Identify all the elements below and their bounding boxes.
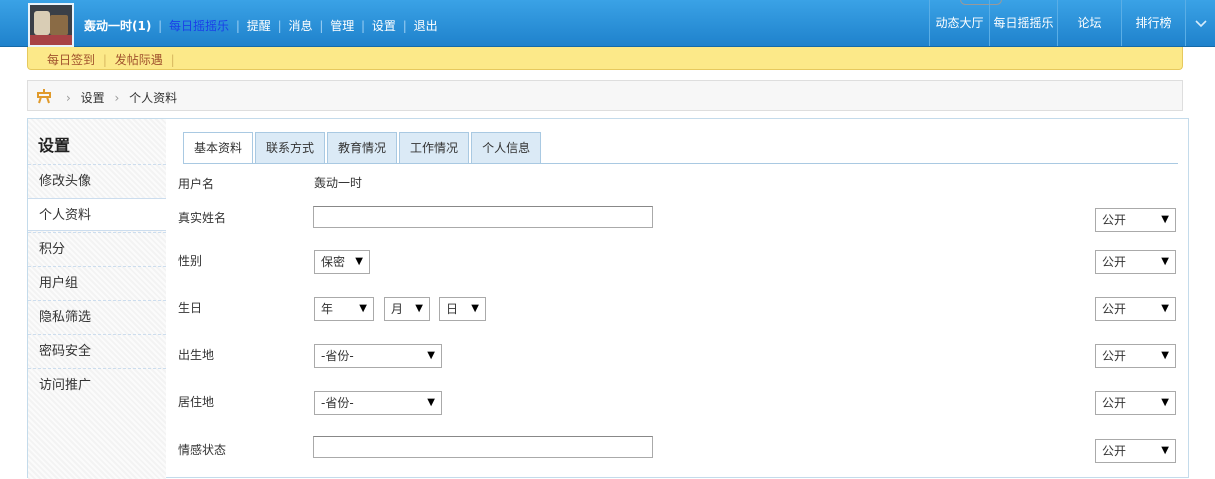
- dropdown-arrow-icon: ▼: [359, 303, 367, 314]
- nav-more-button[interactable]: [1185, 0, 1215, 46]
- settings-panel: 设置 修改头像 个人资料 积分 用户组 隐私筛选 密码安全 访问推广 基本资料 …: [27, 118, 1189, 479]
- birthplace-province-select[interactable]: -省份- ▼: [314, 344, 442, 368]
- reminder-link[interactable]: 提醒: [247, 19, 271, 33]
- settings-link[interactable]: 设置: [372, 19, 396, 33]
- birthday-privacy-select[interactable]: 公开 ▼: [1095, 297, 1176, 321]
- residence-label: 居住地: [178, 395, 215, 409]
- home-icon[interactable]: [36, 88, 52, 104]
- tab-work[interactable]: 工作情况: [399, 132, 470, 164]
- top-right-nav: 动态大厅 每日摇摇乐 论坛 排行榜: [929, 0, 1215, 46]
- dropdown-arrow-icon: ▼: [1161, 350, 1169, 361]
- birthday-year-value: 年: [321, 302, 334, 316]
- sidebar-item-avatar[interactable]: 修改头像: [28, 164, 166, 197]
- sidebar-item-credits[interactable]: 积分: [28, 232, 166, 265]
- relationship-privacy-select[interactable]: 公开 ▼: [1095, 439, 1176, 463]
- sidebar-item-promotion[interactable]: 访问推广: [28, 368, 166, 401]
- tab-divider: [183, 163, 1178, 164]
- nav-ranking[interactable]: 排行榜: [1121, 0, 1185, 46]
- top-nav-links: 轰动一时(1) | 每日摇摇乐 | 提醒 | 消息 | 管理 | 设置 | 退出: [84, 19, 438, 33]
- privacy-value: 公开: [1102, 213, 1127, 227]
- messages-link[interactable]: 消息: [288, 19, 312, 33]
- dropdown-arrow-icon: ▼: [1161, 303, 1169, 314]
- birthday-day-value: 日: [446, 302, 459, 316]
- avatar[interactable]: [28, 3, 74, 47]
- realname-input[interactable]: [313, 206, 653, 228]
- dropdown-arrow-icon: ▼: [1161, 256, 1169, 267]
- sidebar-item-profile[interactable]: 个人资料: [28, 198, 166, 231]
- birthday-day-select[interactable]: 日 ▼: [439, 297, 486, 321]
- gender-label: 性别: [178, 254, 203, 268]
- settings-sidebar: 设置 修改头像 个人资料 积分 用户组 隐私筛选 密码安全 访问推广: [28, 119, 166, 479]
- realname-label: 真实姓名: [178, 211, 227, 225]
- profile-tabs: 基本资料 联系方式 教育情况 工作情况 个人信息: [183, 132, 543, 164]
- tab-contact[interactable]: 联系方式: [255, 132, 326, 164]
- privacy-value: 公开: [1102, 396, 1127, 410]
- logout-link[interactable]: 退出: [414, 19, 438, 33]
- sidebar-item-privacy[interactable]: 隐私筛选: [28, 300, 166, 333]
- birthday-label: 生日: [178, 301, 203, 315]
- birthplace-privacy-select[interactable]: 公开 ▼: [1095, 344, 1176, 368]
- chevron-down-icon: [1194, 19, 1207, 27]
- privacy-value: 公开: [1102, 349, 1127, 363]
- birthday-month-select[interactable]: 月 ▼: [384, 297, 430, 321]
- dropdown-arrow-icon: ▼: [427, 350, 435, 361]
- residence-value: -省份-: [321, 396, 354, 410]
- realname-privacy-select[interactable]: 公开 ▼: [1095, 208, 1176, 232]
- manage-link[interactable]: 管理: [330, 19, 354, 33]
- birthday-month-value: 月: [391, 302, 404, 316]
- relationship-input[interactable]: [313, 436, 653, 458]
- sidebar-title: 设置: [38, 136, 71, 155]
- breadcrumb-settings[interactable]: 设置: [81, 91, 105, 105]
- dropdown-arrow-icon: ▼: [1161, 214, 1169, 225]
- dropdown-arrow-icon: ▼: [355, 256, 363, 267]
- dropdown-arrow-icon: ▼: [1161, 397, 1169, 408]
- sidebar-item-password[interactable]: 密码安全: [28, 334, 166, 367]
- dropdown-arrow-icon: ▼: [415, 303, 423, 314]
- gender-select[interactable]: 保密 ▼: [314, 250, 370, 274]
- birthday-year-select[interactable]: 年 ▼: [314, 297, 374, 321]
- dropdown-arrow-icon: ▼: [1161, 445, 1169, 456]
- breadcrumb: › 设置 › 个人资料: [27, 80, 1183, 111]
- gender-privacy-select[interactable]: 公开 ▼: [1095, 250, 1176, 274]
- residence-province-select[interactable]: -省份- ▼: [314, 391, 442, 415]
- nav-activity-hall[interactable]: 动态大厅: [929, 0, 989, 46]
- daily-shake-link[interactable]: 每日摇摇乐: [169, 19, 229, 33]
- dropdown-arrow-icon: ▼: [427, 397, 435, 408]
- username-label: 用户名: [178, 177, 215, 191]
- residence-privacy-select[interactable]: 公开 ▼: [1095, 391, 1176, 415]
- username-value: 轰动一时: [314, 176, 363, 190]
- tab-personal-info[interactable]: 个人信息: [471, 132, 542, 164]
- quick-actions-bar: 每日签到 | 发帖际遇 |: [27, 47, 1183, 70]
- username-link[interactable]: 轰动一时(1): [84, 19, 151, 33]
- tab-education[interactable]: 教育情况: [327, 132, 398, 164]
- daily-signin-link[interactable]: 每日签到: [47, 53, 95, 67]
- birthplace-label: 出生地: [178, 348, 215, 362]
- privacy-value: 公开: [1102, 444, 1127, 458]
- privacy-value: 公开: [1102, 302, 1127, 316]
- breadcrumb-profile[interactable]: 个人资料: [129, 91, 177, 105]
- relationship-label: 情感状态: [178, 443, 227, 457]
- birthplace-value: -省份-: [321, 349, 354, 363]
- tab-basic-info[interactable]: 基本资料: [183, 132, 254, 164]
- dropdown-arrow-icon: ▼: [471, 303, 479, 314]
- gender-value: 保密: [321, 255, 346, 269]
- top-nav-bar: 轰动一时(1) | 每日摇摇乐 | 提醒 | 消息 | 管理 | 设置 | 退出…: [0, 0, 1215, 47]
- post-encounter-link[interactable]: 发帖际遇: [115, 53, 163, 67]
- nav-forum[interactable]: 论坛: [1057, 0, 1121, 46]
- nav-daily-shake[interactable]: 每日摇摇乐: [989, 0, 1057, 46]
- privacy-value: 公开: [1102, 255, 1127, 269]
- sidebar-item-usergroup[interactable]: 用户组: [28, 266, 166, 299]
